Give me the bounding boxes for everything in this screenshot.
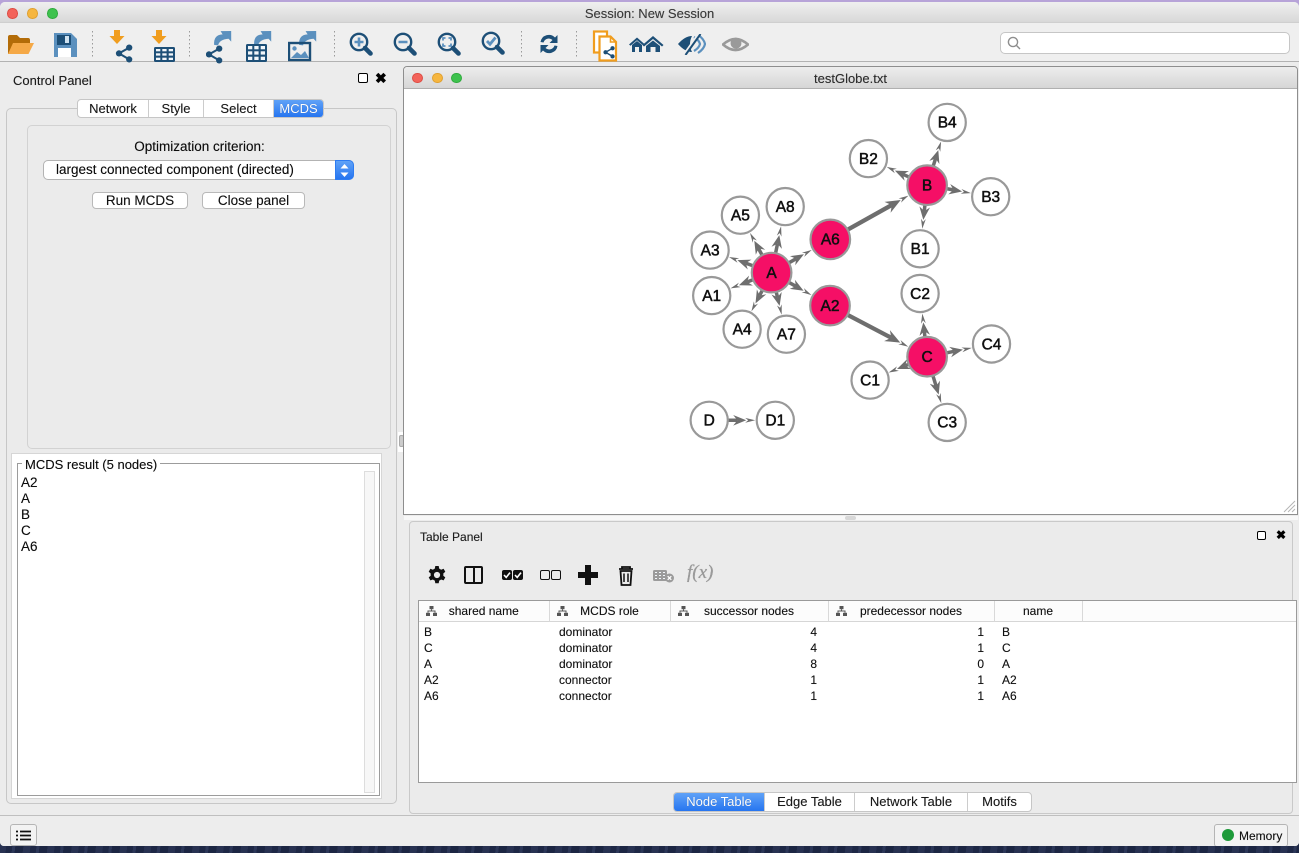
svg-text:B: B [922,178,932,195]
svg-text:A3: A3 [701,242,720,259]
svg-text:A8: A8 [776,199,795,216]
svg-text:B4: B4 [938,115,957,132]
svg-text:C1: C1 [860,372,880,389]
svg-text:D1: D1 [765,413,785,430]
svg-text:B3: B3 [981,189,1000,206]
svg-text:A5: A5 [731,208,750,225]
svg-text:A1: A1 [702,288,721,305]
svg-text:A7: A7 [777,327,796,344]
svg-text:C2: C2 [910,286,930,303]
svg-text:D: D [704,413,715,430]
svg-text:A4: A4 [733,322,752,339]
svg-text:C3: C3 [937,415,957,432]
svg-text:A2: A2 [821,298,840,315]
svg-text:C: C [921,349,932,366]
svg-text:A: A [766,265,777,282]
svg-text:A6: A6 [821,232,840,249]
svg-text:C4: C4 [982,336,1002,353]
svg-text:B2: B2 [859,151,878,168]
svg-text:B1: B1 [911,241,930,258]
